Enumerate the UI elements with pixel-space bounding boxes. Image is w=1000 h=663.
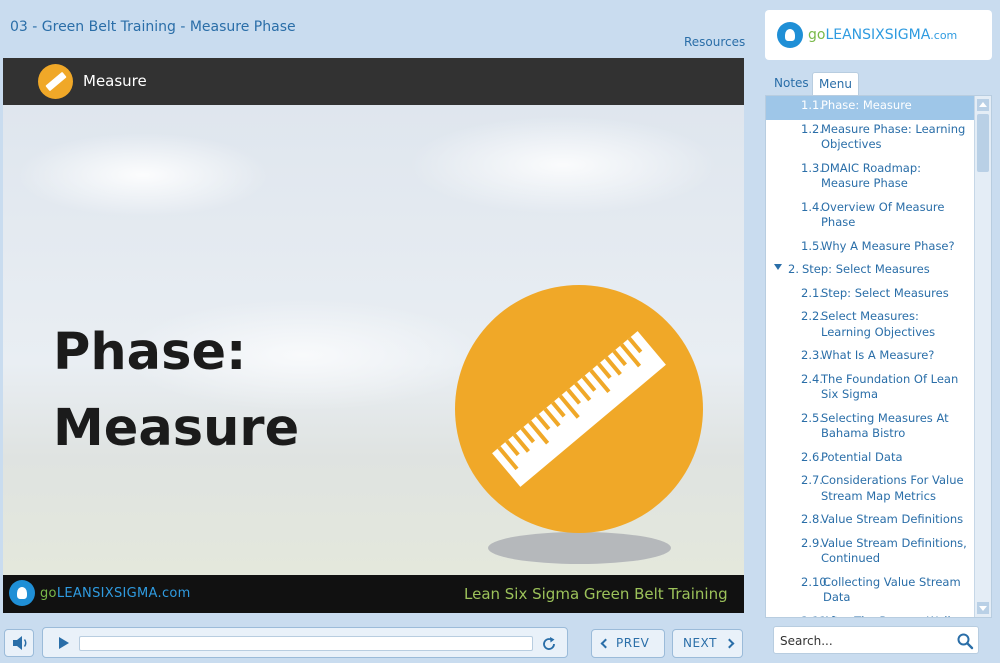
scroll-up-icon[interactable] [977,99,989,111]
resources-link[interactable]: Resources [684,35,745,49]
menu-item[interactable]: 2.2. Select Measures: Learning Objectives [766,307,974,346]
volume-button[interactable] [4,629,34,657]
slide-header-title: Measure [83,72,147,90]
replay-icon[interactable] [540,635,558,653]
menu-item-label: Selecting Measures At Bahama Bistro [821,410,949,441]
slide-footer-bar: goLEANSIXSIGMA.com Lean Six Sigma Green … [3,575,744,613]
menu-item-number: 2.2. [801,309,823,323]
menu-item[interactable]: 1.2. Measure Phase: Learning Objectives [766,120,974,159]
menu-item-label: Measure Phase: Learning Objectives [821,121,966,152]
menu-item-label: DMAIC Roadmap: Measure Phase [821,160,922,191]
menu-item-number: 2.6. [801,449,823,464]
caret-down-icon[interactable] [774,264,782,270]
menu-item[interactable]: 1.3. DMAIC Roadmap: Measure Phase [766,159,974,198]
menu-item[interactable]: 2.1. Step: Select Measures [766,284,974,308]
lightbulb-icon [777,22,803,48]
menu-item[interactable]: 2. Step: Select Measures [766,260,974,284]
menu-item[interactable]: 2.4. The Foundation Of Lean Six Sigma [766,370,974,409]
progress-bar[interactable] [79,636,533,651]
scroll-thumb[interactable] [977,114,989,172]
slide-heading-line2: Measure [53,399,300,458]
menu-item-label: Phase: Measure [821,98,912,112]
menu-item-label: Potential Data [821,449,903,464]
prev-button[interactable]: PREV [591,629,665,658]
menu-item-label: After The Process Walk [823,614,954,618]
footer-logo-go: go [40,585,57,601]
course-title: 03 - Green Belt Training - Measure Phase [10,19,296,35]
volume-icon [13,636,27,650]
menu-item-number: 2.5. [801,410,823,425]
menu-item-number: 1.4. [801,199,823,214]
lightbulb-icon [9,580,35,606]
menu-item-number: 2.8. [801,512,823,526]
menu-item[interactable]: 2.7. Considerations For Value Stream Map … [766,471,974,510]
brand-logo: goLEANSIXSIGMA.com [765,10,992,60]
menu-item-number: 2.10. [801,574,831,589]
menu-scrollbar[interactable] [974,96,991,617]
next-button[interactable]: NEXT [672,629,743,658]
tab-notes[interactable]: Notes [768,72,815,96]
menu-item-label: Considerations For Value Stream Map Metr… [821,473,964,503]
scroll-down-icon[interactable] [977,602,989,614]
search-box [773,626,979,654]
chevron-left-icon [600,638,611,649]
logo-go: go [808,27,826,43]
menu-item-number: 2.3. [801,348,823,362]
menu-item-number: 1.3. [801,160,823,175]
menu-item[interactable]: 2.6. Potential Data [766,448,974,472]
footer-logo-com: .com [157,585,191,601]
menu-item-number: 2. [788,262,799,276]
menu-item-number: 1.2. [801,121,823,136]
menu-item[interactable]: 2.11.After The Process Walk [766,612,974,618]
menu-item-label: Step: Select Measures [821,285,949,300]
player-bar [42,627,568,658]
footer-tagline: Lean Six Sigma Green Belt Training [464,585,728,603]
menu-item[interactable]: 2.5. Selecting Measures At Bahama Bistro [766,409,974,448]
search-input[interactable] [780,631,950,651]
footer-logo-lss: LEANSIXSIGMA [56,585,158,601]
menu-item-label: Overview Of Measure Phase [821,199,945,230]
search-icon[interactable] [956,632,974,650]
menu-item-number: 2.1. [801,285,823,300]
menu-panel: 1.1. Phase: Measure 1.2. Measure Phase: Lea… [765,95,992,618]
logo-lss: LEANSIXSIGMA [825,27,931,43]
slide-header-bar: Measure [3,58,744,105]
menu-item[interactable]: 2.10. Collecting Value Stream Data [766,573,974,612]
footer-logo: goLEANSIXSIGMA.com [9,580,191,606]
chevron-right-icon [724,638,735,649]
menu-item-number: 2.7. [801,473,823,487]
menu-item-label: Value Stream Definitions, Continued [821,535,967,566]
icon-shadow [488,532,671,564]
menu-item[interactable]: 1.5. Why A Measure Phase? [766,237,974,261]
menu-item-label: Why A Measure Phase? [821,238,955,253]
ruler-icon [38,64,73,99]
menu-item-number: 1.5. [801,238,823,253]
menu-item[interactable]: 2.9. Value Stream Definitions, Continued [766,534,974,573]
menu-item[interactable]: 2.3. What Is A Measure? [766,346,974,370]
logo-com: .com [930,29,958,42]
menu-item-label: What Is A Measure? [821,348,935,362]
menu-item-label: Collecting Value Stream Data [823,574,961,605]
menu-list: 1.1. Phase: Measure 1.2. Measure Phase: Lea… [766,96,974,618]
prev-label: PREV [616,636,650,650]
slide-heading-line1: Phase: [53,323,247,382]
menu-item[interactable]: 1.4. Overview Of Measure Phase [766,198,974,237]
slide-body: Phase: Measure [3,105,744,575]
menu-item-number: 2.4. [801,371,823,386]
menu-item[interactable]: 1.1. Phase: Measure [766,96,974,120]
slide-heading: Phase: Measure [53,315,299,467]
menu-item-label: Value Stream Definitions [821,512,964,526]
tab-menu[interactable]: Menu [812,72,859,96]
next-label: NEXT [683,636,717,650]
measure-ruler-icon [455,285,703,533]
menu-item-label: The Foundation Of Lean Six Sigma [821,371,959,402]
menu-item-number: 2.9. [801,535,823,550]
menu-item-number: 2.11. [801,614,830,618]
play-icon[interactable] [59,637,69,649]
menu-item-label: Step: Select Measures [802,262,930,276]
slide-area: Measure Phase: Measure goLEANSIXSIGMA.co… [3,58,744,613]
menu-item-number: 1.1. [801,98,823,112]
menu-item[interactable]: 2.8. Value Stream Definitions [766,510,974,534]
menu-item-label: Select Measures: Learning Objectives [821,309,936,339]
